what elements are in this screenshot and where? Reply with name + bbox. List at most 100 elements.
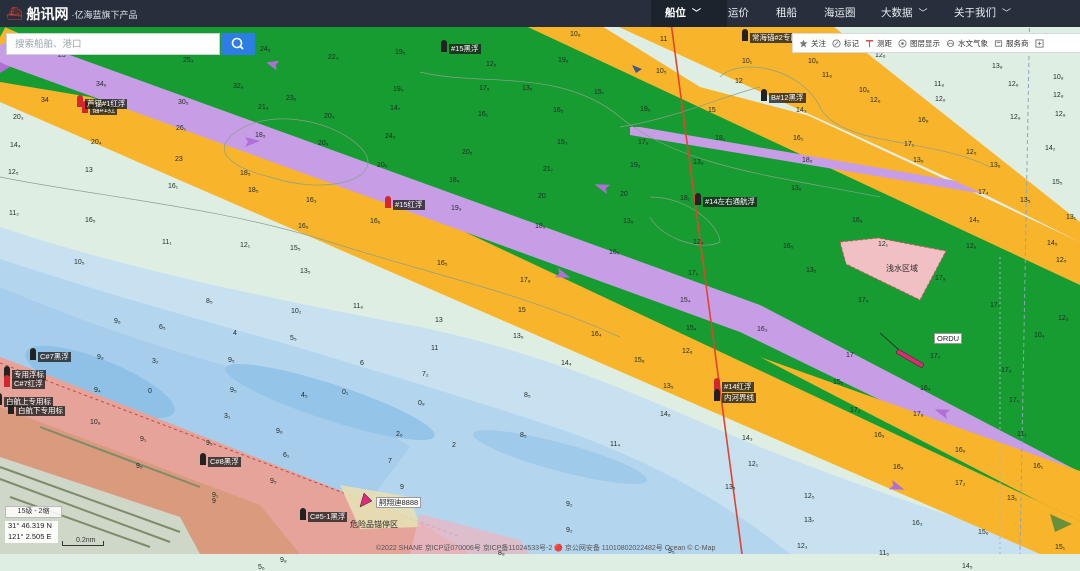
chevron-down-icon: ﹀ bbox=[1002, 8, 1012, 18]
depth-sounding: 17₄ bbox=[978, 189, 989, 196]
depth-sounding: 34₆ bbox=[96, 81, 107, 88]
area-label: 浅水区域 bbox=[886, 264, 918, 273]
depth-sounding: 13₅ bbox=[1020, 197, 1031, 204]
buoy-label[interactable]: 芦锚#1红浮 bbox=[85, 99, 128, 109]
depth-sounding: 19₅ bbox=[395, 49, 406, 56]
nav-item-shipping-circle[interactable]: 海运圈 bbox=[824, 0, 856, 27]
buoy-marker-icon[interactable] bbox=[30, 348, 36, 360]
scale-bar: 0.2nm bbox=[62, 537, 104, 547]
buoy-label[interactable]: C#7黑浮 bbox=[38, 352, 71, 362]
tool-service-provider[interactable]: 服务商 bbox=[994, 34, 1029, 52]
depth-sounding: 10₄ bbox=[1034, 332, 1045, 339]
buoy-marker-icon[interactable] bbox=[200, 453, 206, 465]
depth-sounding: 13₅ bbox=[522, 85, 533, 92]
service-icon bbox=[994, 39, 1003, 47]
buoy-label[interactable]: #15黑浮 bbox=[449, 44, 481, 54]
tool-more[interactable] bbox=[1034, 34, 1047, 52]
buoy-marker-icon[interactable] bbox=[0, 393, 2, 405]
depth-sounding: 9₁ bbox=[140, 436, 147, 443]
depth-sounding: 14₄ bbox=[10, 142, 21, 149]
tool-weather[interactable]: 水文气象 bbox=[946, 34, 988, 52]
depth-sounding: 13₅ bbox=[725, 484, 736, 491]
buoy-label[interactable]: #14左右通航浮 bbox=[703, 197, 758, 207]
tool-measure[interactable]: 测距 bbox=[865, 34, 892, 52]
depth-sounding: 16₁ bbox=[168, 183, 179, 190]
depth-sounding: 0₈ bbox=[418, 400, 425, 407]
buoy-label[interactable]: C#5-1黑浮 bbox=[308, 512, 348, 522]
nav-item-ship-position[interactable]: 船位 ﹀ bbox=[651, 0, 727, 27]
buoy-label[interactable]: #14红浮 bbox=[722, 382, 754, 392]
depth-sounding: 14₇ bbox=[390, 105, 401, 112]
depth-sounding: 12₉ bbox=[1010, 114, 1021, 121]
area-label: 危险品锚停区 bbox=[350, 520, 398, 529]
depth-sounding: 12₆ bbox=[682, 348, 693, 355]
tool-mark[interactable]: 标记 bbox=[832, 34, 859, 52]
depth-sounding: 20₄ bbox=[91, 139, 102, 146]
depth-sounding: 20₄ bbox=[324, 113, 335, 120]
depth-sounding: 20₈ bbox=[318, 140, 329, 147]
tool-layers[interactable]: 图层显示 bbox=[898, 34, 940, 52]
weather-icon bbox=[946, 39, 955, 47]
buoy-marker-icon[interactable] bbox=[695, 193, 701, 205]
buoy-marker-icon[interactable] bbox=[300, 508, 306, 520]
vessel-name-label[interactable]: 舸翔迪8888 bbox=[376, 497, 422, 508]
nav-label: 租船 bbox=[776, 7, 797, 19]
tool-follow[interactable]: 关注 bbox=[799, 34, 826, 52]
depth-sounding: 19₅ bbox=[393, 86, 404, 93]
depth-sounding: 13₅ bbox=[663, 383, 674, 390]
depth-sounding: 12₁ bbox=[748, 461, 759, 468]
nav-item-charter[interactable]: 租船 bbox=[776, 0, 797, 27]
buoy-label[interactable]: 白航下专用标 bbox=[16, 406, 65, 416]
buoy-marker-icon[interactable] bbox=[77, 95, 83, 107]
depth-sounding: 14₃ bbox=[742, 435, 753, 442]
depth-sounding: 18₁ bbox=[680, 195, 691, 202]
vessel-name-label[interactable]: ORDU bbox=[934, 333, 963, 344]
nautical-chart-map[interactable] bbox=[0, 27, 1080, 554]
depth-sounding: 12₈ bbox=[1053, 92, 1064, 99]
depth-sounding: 17₅ bbox=[688, 270, 699, 277]
depth-sounding: 13₆ bbox=[990, 162, 1001, 169]
depth-sounding: 12₈ bbox=[870, 97, 881, 104]
depth-sounding: 11₁ bbox=[1017, 431, 1027, 438]
buoy-label[interactable]: 内河界线 bbox=[722, 393, 756, 403]
buoy-label[interactable]: C#8黑浮 bbox=[208, 457, 241, 467]
buoy-marker-icon[interactable] bbox=[4, 375, 10, 387]
nav-item-freight[interactable]: 运价 bbox=[728, 0, 749, 27]
depth-sounding: 17₈ bbox=[913, 411, 924, 418]
depth-sounding: 14₄ bbox=[561, 360, 572, 367]
depth-sounding: 13₁ bbox=[1066, 214, 1077, 221]
depth-sounding: 16₉ bbox=[955, 447, 966, 454]
nav-item-big-data[interactable]: 大数据 ﹀ bbox=[881, 0, 928, 27]
buoy-marker-icon[interactable] bbox=[714, 389, 720, 401]
depth-sounding: 16₅ bbox=[783, 243, 794, 250]
buoy-marker-icon[interactable] bbox=[385, 196, 391, 208]
search-button[interactable] bbox=[221, 33, 255, 55]
buoy-label[interactable]: C#7红浮 bbox=[12, 379, 45, 389]
depth-sounding: 11₄ bbox=[610, 441, 621, 448]
tag-icon bbox=[832, 38, 841, 48]
site-logo[interactable]: ⛴ 船讯网 ·亿海蓝旗下产品 bbox=[6, 4, 138, 24]
buoy-label[interactable]: #15红浮 bbox=[393, 200, 425, 210]
depth-sounding: 5₅ bbox=[290, 335, 297, 342]
buoy-marker-icon[interactable] bbox=[441, 40, 447, 52]
depth-sounding: 22₃ bbox=[328, 54, 339, 61]
tool-label: 水文气象 bbox=[958, 38, 988, 48]
depth-sounding: 15₅ bbox=[833, 379, 844, 386]
depth-sounding: 12₅ bbox=[966, 149, 977, 156]
depth-sounding: 3₂ bbox=[152, 358, 159, 365]
depth-sounding: 17₁ bbox=[1009, 397, 1020, 404]
nav-item-about-us[interactable]: 关于我们 ﹀ bbox=[954, 0, 1011, 27]
buoy-marker-icon[interactable] bbox=[761, 89, 767, 101]
buoy-label[interactable]: B#12黑浮 bbox=[769, 93, 806, 103]
depth-sounding: 16₈ bbox=[852, 217, 863, 224]
search-input[interactable] bbox=[7, 34, 223, 55]
depth-sounding: 16₅ bbox=[85, 217, 96, 224]
depth-sounding: 11₈ bbox=[353, 303, 364, 310]
star-icon bbox=[799, 38, 808, 47]
depth-sounding: 7 bbox=[388, 458, 392, 465]
buoy-marker-icon[interactable] bbox=[742, 29, 748, 41]
depth-sounding: 17 bbox=[846, 352, 854, 359]
depth-sounding: 17₈ bbox=[479, 85, 490, 92]
depth-sounding: 18₅ bbox=[240, 170, 251, 177]
depth-sounding: 14₃ bbox=[796, 107, 807, 114]
